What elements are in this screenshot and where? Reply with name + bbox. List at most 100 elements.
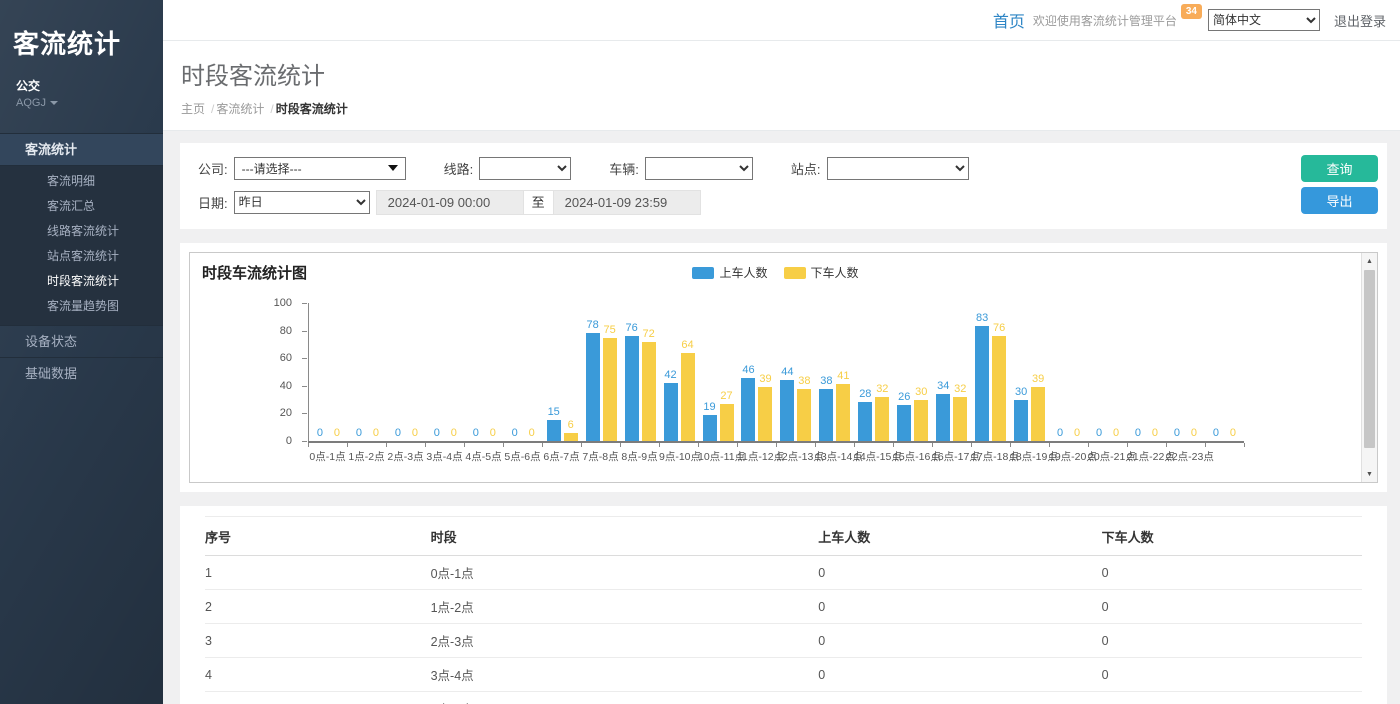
sidebar-group-label: 客流统计 [25, 142, 77, 157]
boarding-bar[interactable] [664, 383, 678, 441]
alighting-bar[interactable] [681, 353, 695, 441]
boarding-bar[interactable] [897, 405, 911, 441]
vehicle-select[interactable] [645, 157, 753, 180]
x-axis-label: 19点-20点 [1049, 449, 1088, 464]
line-select[interactable] [479, 157, 571, 180]
boarding-bar[interactable] [975, 326, 989, 441]
query-button[interactable]: 查询 [1301, 155, 1378, 182]
alighting-bar[interactable] [914, 400, 928, 441]
bar-value-label: 76 [993, 323, 1005, 334]
alighting-bar[interactable] [1031, 387, 1045, 441]
alighting-bar[interactable] [797, 389, 811, 441]
alighting-bar[interactable] [953, 397, 967, 441]
bar-value-label: 0 [412, 428, 418, 439]
bar-value-label: 38 [798, 376, 810, 387]
bar-value-label: 41 [837, 371, 849, 382]
alighting-bar[interactable] [875, 397, 889, 441]
date-to-input[interactable] [553, 190, 701, 215]
logout-link[interactable]: 退出登录 [1334, 11, 1386, 30]
alighting-bar[interactable] [836, 384, 850, 441]
sidebar-subitem[interactable]: 客流明细 [0, 169, 163, 194]
alighting-bar-wrap: 39 [1031, 303, 1045, 441]
table-cell: 0 [818, 658, 1101, 692]
boarding-bar[interactable] [703, 415, 717, 441]
alighting-bar-wrap: 75 [603, 303, 617, 441]
chart-region: 020406080100 000000000000156787576724264… [190, 253, 1361, 482]
x-axis-label: 21点-22点 [1127, 449, 1166, 464]
boarding-bar[interactable] [936, 394, 950, 441]
scroll-down-arrow-icon[interactable]: ▼ [1362, 466, 1377, 482]
chart-vertical-scrollbar[interactable]: ▲ ▼ [1361, 253, 1377, 482]
boarding-bar[interactable] [780, 380, 794, 441]
boarding-bar[interactable] [1014, 400, 1028, 441]
date-from-input[interactable] [376, 190, 524, 215]
org-code-label: AQGJ [16, 97, 46, 109]
boarding-bar[interactable] [858, 402, 872, 441]
bar-value-label: 83 [976, 313, 988, 324]
bar-value-label: 76 [625, 323, 637, 334]
chart-bar-group: 2832 [854, 303, 893, 441]
boarding-bar[interactable] [547, 420, 561, 441]
y-axis-label: 100 [274, 297, 292, 309]
chart-bar-group: 00 [348, 303, 387, 441]
chart-box: 时段车流统计图 上车人数下车人数 020406080100 0000000000… [189, 252, 1378, 483]
alighting-bar[interactable] [758, 387, 772, 441]
sidebar-subitem[interactable]: 客流汇总 [0, 194, 163, 219]
alighting-bar-wrap: 38 [797, 303, 811, 441]
filter-row-1: 公司: ---请选择--- 线路: 车辆: 站点: [198, 154, 1369, 182]
scrollbar-thumb[interactable] [1364, 270, 1375, 448]
language-select[interactable]: 简体中文 [1208, 9, 1320, 31]
boarding-bar[interactable] [819, 389, 833, 441]
chart-x-ticks [308, 443, 1245, 447]
boarding-bar[interactable] [586, 333, 600, 441]
y-axis-label: 40 [280, 380, 292, 392]
sidebar-group-passenger-stats[interactable]: 客流统计 [0, 133, 163, 165]
notification-badge: 34 [1181, 4, 1202, 19]
line-label: 线路: [444, 159, 474, 178]
alighting-bar[interactable] [564, 433, 578, 441]
alighting-bar-wrap: 0 [1187, 303, 1201, 441]
sidebar-subitem[interactable]: 时段客流统计 [0, 269, 163, 294]
table-body: 10点-1点0021点-2点0032点-3点0043点-4点0054点-5点00… [205, 556, 1362, 704]
chart-bar-group: 7672 [621, 303, 660, 441]
boarding-bar[interactable] [741, 378, 755, 441]
alighting-bar-wrap: 30 [914, 303, 928, 441]
vehicle-label: 车辆: [609, 159, 639, 178]
breadcrumb-item[interactable]: 主页 [181, 102, 205, 116]
alighting-bar[interactable] [603, 338, 617, 442]
alighting-bar-wrap: 0 [447, 303, 461, 441]
alighting-bar[interactable] [720, 404, 734, 441]
company-label: 公司: [198, 159, 228, 178]
export-button[interactable]: 导出 [1301, 187, 1378, 214]
alighting-bar-wrap: 0 [408, 303, 422, 441]
chart-bar-group: 00 [309, 303, 348, 441]
scroll-up-arrow-icon[interactable]: ▲ [1362, 253, 1377, 269]
chart-bar-group: 2630 [893, 303, 932, 441]
sidebar-subitem[interactable]: 站点客流统计 [0, 244, 163, 269]
y-axis-label: 20 [280, 407, 292, 419]
alighting-bar[interactable] [992, 336, 1006, 441]
bar-value-label: 0 [1074, 428, 1080, 439]
sidebar-section[interactable]: 基础数据 [0, 357, 163, 389]
bar-value-label: 0 [373, 428, 379, 439]
boarding-bar-wrap: 76 [625, 303, 639, 441]
home-link[interactable]: 首页 [993, 8, 1025, 32]
alighting-bar[interactable] [642, 342, 656, 441]
sidebar-nav: 客流统计 客流明细客流汇总线路客流统计站点客流统计时段客流统计客流量趋势图 设备… [0, 133, 163, 389]
org-name: 公交 [0, 61, 163, 94]
boarding-bar-wrap: 0 [1170, 303, 1184, 441]
sidebar-subitem[interactable]: 客流量趋势图 [0, 294, 163, 319]
x-axis-label: 20点-21点 [1088, 449, 1127, 464]
org-code-dropdown[interactable]: AQGJ [0, 94, 163, 109]
date-preset-select[interactable]: 昨日 [234, 191, 370, 214]
breadcrumb-item[interactable]: 客流统计 [216, 102, 264, 116]
station-select[interactable] [827, 157, 969, 180]
bar-value-label: 27 [720, 391, 732, 402]
sidebar-section[interactable]: 设备状态 [0, 325, 163, 357]
sidebar-subitem[interactable]: 线路客流统计 [0, 219, 163, 244]
bar-value-label: 0 [334, 428, 340, 439]
boarding-bar[interactable] [625, 336, 639, 441]
table-cell: 5 [205, 692, 431, 704]
table-panel: 序号 时段 上车人数 下车人数 10点-1点0021点-2点0032点-3点00… [180, 506, 1387, 704]
company-select[interactable]: ---请选择--- [234, 157, 406, 180]
